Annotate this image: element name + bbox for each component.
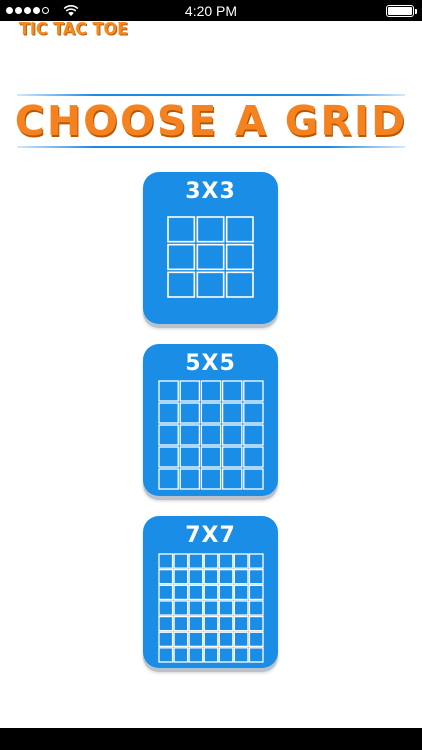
grid-cell [221, 380, 243, 402]
grid-cell [179, 424, 201, 446]
grid-cell [203, 631, 219, 648]
grid-cell [248, 600, 264, 616]
grid-cell [233, 647, 249, 663]
grid-option-label: 7X7 [185, 523, 236, 548]
grid-cell [158, 468, 179, 490]
grid-cell [158, 568, 174, 585]
grid-cell [225, 216, 254, 243]
grid-cell [173, 647, 189, 663]
grid-cell [188, 615, 204, 632]
grid-cell [158, 380, 179, 402]
grid-cell [203, 553, 219, 569]
grid-cell [158, 600, 174, 616]
grid-cell [158, 446, 179, 468]
grid-option-3x3-button[interactable]: 3X3 [143, 172, 278, 324]
grid-cell [188, 568, 204, 585]
grid-cell [233, 568, 249, 585]
grid-cell [200, 402, 222, 424]
grid-cell [188, 600, 204, 616]
grid-cell [218, 553, 234, 569]
grid-cell [233, 600, 249, 616]
grid-cell [173, 553, 189, 569]
grid-cell [200, 446, 222, 468]
grid-cell [203, 615, 219, 632]
grid-cell [203, 584, 219, 601]
grid-cell [248, 568, 264, 585]
grid-cell [248, 631, 264, 648]
grid-cell [188, 584, 204, 601]
grid-option-5x5-button[interactable]: 5X5 [143, 344, 278, 496]
grid-cell [225, 271, 254, 298]
grid-cell [218, 631, 234, 648]
grid-cell [233, 584, 249, 601]
grid-cell [221, 402, 243, 424]
grid-cell [167, 216, 196, 243]
grid-cell [179, 468, 201, 490]
grid-cell [188, 647, 204, 663]
grid-cell [200, 468, 222, 490]
grid-cell [158, 553, 174, 569]
grid-cell [179, 402, 201, 424]
grid-cell [233, 615, 249, 632]
grid-cell [218, 647, 234, 663]
grid-cell [158, 615, 174, 632]
grid-option-label: 3X3 [185, 179, 236, 204]
heading-divider-top [17, 94, 405, 96]
grid-cell [203, 647, 219, 663]
grid-cell [173, 615, 189, 632]
grid-cell [233, 631, 249, 648]
grid-cell [221, 424, 243, 446]
grid-cell [158, 584, 174, 601]
grid-option-7x7-button[interactable]: 7X7 [143, 516, 278, 668]
grid-cell [179, 446, 201, 468]
grid-cell [203, 568, 219, 585]
grid-cell [158, 647, 174, 663]
grid-cell [248, 584, 264, 601]
grid-cell [173, 584, 189, 601]
grid-cell [203, 600, 219, 616]
grid-cell [243, 424, 264, 446]
grid-cell [243, 446, 264, 468]
grid-cell [248, 615, 264, 632]
grid-cell [218, 600, 234, 616]
grid-cell [173, 600, 189, 616]
bottom-bar [0, 728, 422, 750]
grid-cell [243, 402, 264, 424]
grid-cell [221, 468, 243, 490]
grid-cell [196, 243, 225, 271]
grid-cell [200, 380, 222, 402]
grid-cell [218, 584, 234, 601]
grid-cell [248, 553, 264, 569]
heading-divider-bottom [17, 146, 405, 148]
grid-cell [200, 424, 222, 446]
grid-cell [233, 553, 249, 569]
grid-cell [173, 568, 189, 585]
battery-icon [386, 5, 417, 17]
grid-cell [158, 631, 174, 648]
grid-cell [225, 243, 254, 271]
grid-option-label: 5X5 [185, 351, 236, 376]
page-title: CHOOSE A GRID [14, 97, 408, 145]
grid-cell [248, 647, 264, 663]
grid-cell [188, 631, 204, 648]
grid-cell [167, 243, 196, 271]
grid-cell [188, 553, 204, 569]
status-time: 4:20 PM [184, 3, 238, 19]
app-logo: TIC TAC TOE [19, 18, 128, 39]
grid-cell [196, 216, 225, 243]
grid-cell [158, 424, 179, 446]
grid-cell [243, 468, 264, 490]
grid-cell [218, 615, 234, 632]
grid-cell [243, 380, 264, 402]
grid-cell [158, 402, 179, 424]
grid-cell [167, 271, 196, 298]
grid-cell [179, 380, 201, 402]
grid-cell [196, 271, 225, 298]
grid-cell [221, 446, 243, 468]
grid-cell [218, 568, 234, 585]
grid-cell [173, 631, 189, 648]
